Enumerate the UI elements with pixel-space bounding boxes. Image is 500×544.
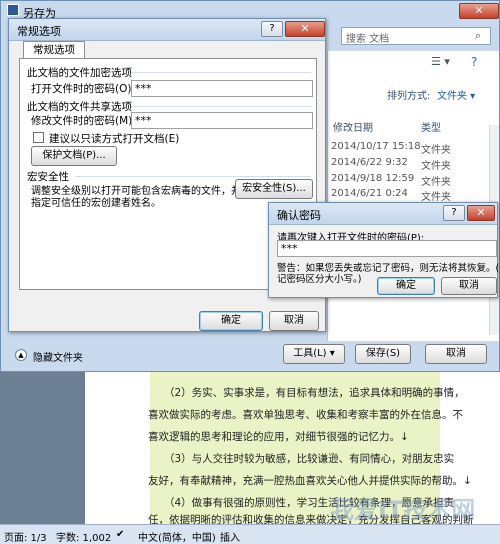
close-icon[interactable]: ✕: [467, 205, 495, 221]
status-language[interactable]: 中文(简体，中国): [138, 529, 216, 544]
open-password-field[interactable]: ***: [131, 80, 313, 97]
tools-button[interactable]: 工具(L) ▾: [283, 344, 345, 364]
save-button[interactable]: 保存(S): [355, 344, 411, 364]
modify-password-label: 修改文件时的密码(M):: [31, 115, 136, 127]
help-icon[interactable]: ?: [443, 205, 465, 221]
warning-text: 记密码区分大小写。): [277, 274, 362, 285]
sort-label: 排列方式:: [387, 91, 431, 102]
help-icon[interactable]: ?: [261, 21, 283, 37]
status-bar: 页面: 1/3 字数: 1,002 ✔ 中文(简体，中国) 插入: [0, 524, 500, 544]
doc-line-4: （3）与人交往时较为敏感，比较谦逊、有同情心，对朋友忠实: [164, 453, 455, 465]
status-page[interactable]: 页面: 1/3: [4, 529, 47, 544]
close-icon[interactable]: ✕: [285, 21, 325, 37]
saveas-close-icon[interactable]: ✕: [459, 3, 499, 19]
word-icon: [7, 4, 19, 16]
confirm-password-title: 确认密码: [277, 209, 321, 222]
column-modified[interactable]: 修改日期: [333, 119, 373, 134]
view-options-icon[interactable]: ☰ ▾: [431, 55, 450, 68]
macro-description: 指定可信任的宏创建者姓名。: [31, 198, 161, 209]
saveas-cancel-button[interactable]: 取消: [425, 344, 487, 364]
confirm-password-titlebar: 确认密码 ? ✕: [269, 203, 497, 225]
doc-line-5: 友好，有奉献精神，充满一腔热血喜欢关心他人并提供实际的帮助。↓: [148, 475, 472, 487]
group-divider: [131, 72, 311, 73]
macro-security-button[interactable]: 宏安全性(S)...: [235, 179, 313, 199]
confirm-ok-button[interactable]: 确定: [377, 277, 435, 295]
general-options-title: 常规选项: [17, 25, 61, 38]
confirm-password-field[interactable]: ***: [277, 240, 497, 257]
hide-folders-link[interactable]: 隐藏文件夹: [33, 349, 83, 364]
search-icon[interactable]: ⌕: [475, 29, 481, 43]
encrypt-group-label: 此文档的文件加密选项: [27, 67, 132, 79]
sort-dropdown[interactable]: 文件夹 ▾: [437, 87, 475, 102]
cancel-button[interactable]: 取消: [269, 311, 319, 331]
doc-line-3: 喜欢逻辑的思考和理论的应用，对细节很强的记忆力。↓: [148, 431, 409, 443]
search-input[interactable]: 搜索 文档: [341, 27, 491, 45]
confirm-password-dialog: 确认密码 ? ✕ 请再次键入打开文件时的密码(P): *** 警告：如果您丢失或…: [268, 202, 500, 298]
status-words[interactable]: 字数: 1,002: [56, 529, 111, 544]
modify-password-field[interactable]: ***: [131, 112, 313, 129]
open-password-label: 打开文件时的密码(O):: [31, 83, 135, 95]
status-mode[interactable]: 插入: [220, 529, 240, 544]
group-divider: [75, 176, 311, 177]
doc-line-2: 喜欢做实际的考虑。喜欢单独思考、收集和考察丰富的外在信息。不: [148, 409, 463, 421]
share-group-label: 此文档的文件共享选项: [27, 101, 132, 113]
ok-button[interactable]: 确定: [199, 311, 263, 331]
group-divider: [131, 106, 311, 107]
tab-general[interactable]: 常规选项: [23, 41, 85, 59]
proofing-icon[interactable]: ✔: [116, 529, 124, 540]
watermark-text: 我爱IT技术网: [330, 496, 476, 524]
doc-line-1: （2）务实、实事求是，有目标有想法，追求具体和明确的事情，: [164, 387, 465, 399]
help-icon[interactable]: ?: [471, 55, 477, 69]
general-options-titlebar: 常规选项 ? ✕: [9, 19, 325, 41]
protect-document-button[interactable]: 保护文档(P)...: [31, 146, 117, 166]
confirm-cancel-button[interactable]: 取消: [441, 277, 497, 295]
readonly-label[interactable]: 建议以只读方式打开文档(E): [49, 131, 179, 146]
readonly-checkbox[interactable]: [33, 132, 44, 143]
column-type[interactable]: 类型: [421, 119, 441, 134]
collapse-icon[interactable]: ▲: [15, 349, 27, 361]
